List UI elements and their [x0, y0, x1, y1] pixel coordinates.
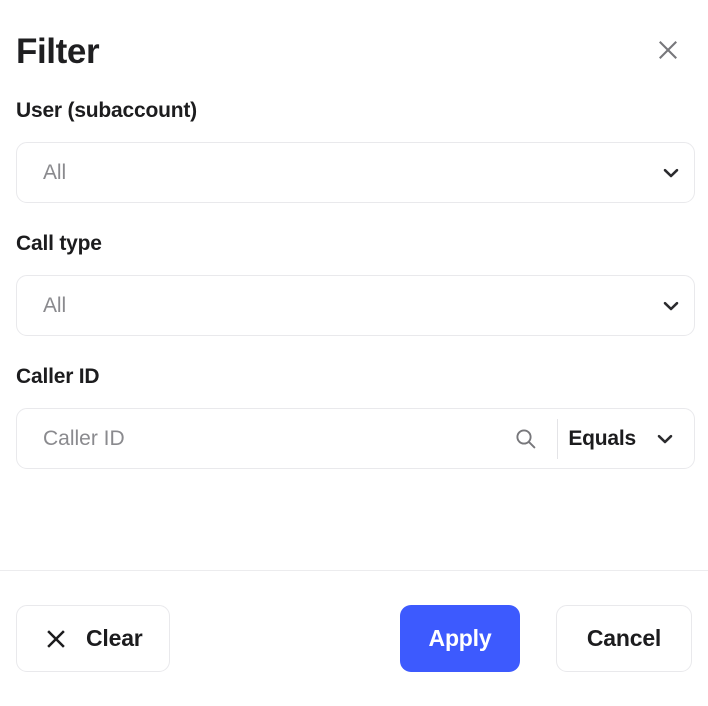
field-label-user: User (subaccount) [16, 99, 197, 122]
call-type-value: All [43, 293, 67, 317]
user-subaccount-select[interactable]: All [16, 142, 695, 203]
call-type-select[interactable]: All [16, 275, 695, 336]
chevron-down-icon [648, 295, 694, 317]
chevron-down-icon [648, 162, 694, 184]
panel-body: User (subaccount) All Call type All Call… [0, 100, 708, 499]
user-subaccount-value: All [43, 160, 67, 184]
cancel-button[interactable]: Cancel [556, 605, 692, 672]
cancel-button-label: Cancel [586, 625, 662, 651]
close-icon [654, 36, 682, 64]
close-icon [43, 626, 69, 652]
apply-button[interactable]: Apply [400, 605, 520, 672]
field-label-caller-id: Caller ID [16, 365, 100, 388]
field-label-call-type: Call type [16, 232, 102, 255]
field-group-user: User (subaccount) All [0, 100, 708, 203]
search-icon[interactable] [503, 426, 549, 452]
panel-footer: Clear Apply Cancel [0, 571, 708, 706]
clear-button-label: Clear [86, 625, 143, 651]
chevron-down-icon [654, 428, 676, 450]
page-title: Filter [16, 31, 100, 71]
clear-button[interactable]: Clear [16, 605, 170, 672]
caller-id-operator-value: Equals [568, 426, 636, 450]
apply-button-label: Apply [428, 625, 492, 651]
caller-id-operator-select[interactable]: Equals [568, 427, 694, 451]
field-group-caller-id: Caller ID Equals [0, 366, 708, 469]
field-group-call-type: Call type All [0, 233, 708, 336]
panel-header: Filter [0, 0, 708, 100]
filter-panel: Filter User (subaccount) All Call type A… [0, 0, 708, 706]
close-button[interactable] [648, 30, 688, 70]
caller-id-input[interactable] [17, 409, 504, 468]
caller-id-control: Equals [16, 408, 695, 469]
field-divider [557, 418, 559, 459]
